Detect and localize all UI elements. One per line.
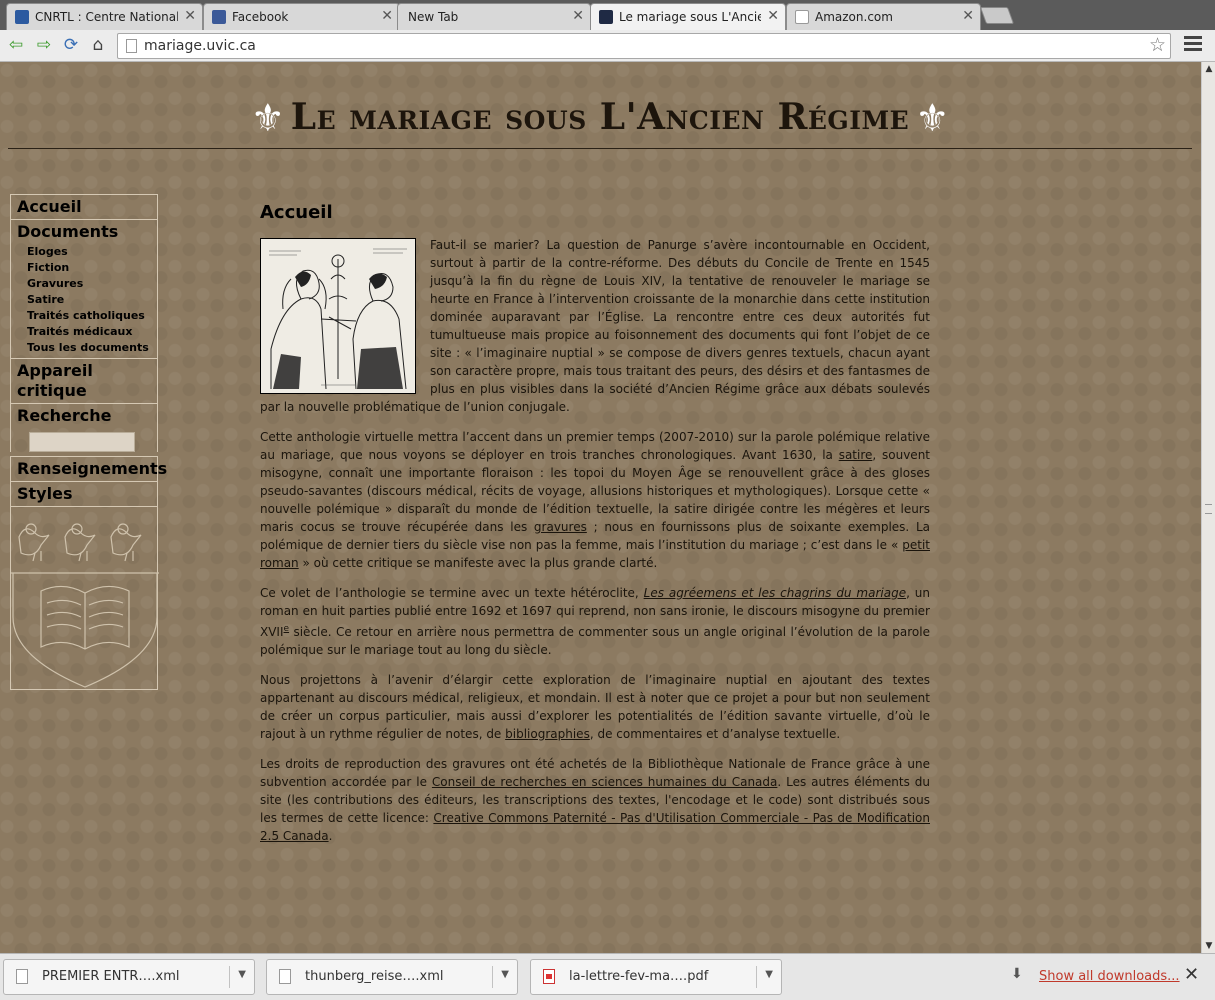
sidebar-subitem-eloges[interactable]: Eloges <box>11 244 157 260</box>
university-crest-emblem <box>10 506 159 690</box>
link-bibliographies[interactable]: bibliographies <box>505 727 590 741</box>
sidebar-nav: Accueil Documents Eloges Fiction Gravure… <box>10 194 167 690</box>
download-item[interactable]: la-lettre-fev-ma….pdf ▼ <box>530 959 782 995</box>
paragraph-anthology: Cette anthologie virtuelle mettra l’acce… <box>260 428 930 572</box>
sidebar-item-styles[interactable]: Styles <box>10 481 158 506</box>
site-title: Le mariage sous L'Ancien Régime <box>290 96 910 138</box>
tab-title: Facebook <box>232 10 289 24</box>
link-crsh[interactable]: Conseil de recherches en sciences humain… <box>432 775 777 789</box>
back-arrow-icon[interactable]: ⇦ <box>6 35 26 55</box>
tab-title: Le mariage sous L'Ancien R <box>619 10 761 24</box>
sidebar-item-documents[interactable]: Documents <box>11 220 157 244</box>
paragraph-text: Ce volet de l’anthologie se termine avec… <box>260 586 644 600</box>
paragraph-text: » où cette critique se manifeste avec la… <box>298 556 658 570</box>
fleur-de-lis-icon: ⚜ <box>915 96 950 140</box>
link-satire[interactable]: satire <box>839 448 873 462</box>
divider <box>756 966 757 988</box>
new-tab-button[interactable] <box>979 7 1015 24</box>
sidebar-item-recherche: Recherche <box>17 406 112 425</box>
home-icon[interactable]: ⌂ <box>88 35 108 55</box>
paragraph-volet: Ce volet de l’anthologie se termine avec… <box>260 584 930 659</box>
chevron-down-icon[interactable]: ▼ <box>238 969 246 980</box>
link-agreemens[interactable]: Les agréemens et les chagrins du mariage <box>644 586 906 600</box>
download-filename: PREMIER ENTR….xml <box>42 969 180 984</box>
xml-file-icon <box>16 969 28 984</box>
tab-title: CNRTL : Centre National de <box>35 10 178 24</box>
close-tab-icon[interactable]: ✕ <box>184 8 196 24</box>
tab-amazon[interactable]: Amazon.com ✕ <box>786 3 981 30</box>
close-tab-icon[interactable]: ✕ <box>572 8 584 24</box>
tab-title: New Tab <box>408 10 459 24</box>
browser-toolbar: ⇦ ⇨ ⟳ ⌂ mariage.uvic.ca ☆ <box>0 30 1215 62</box>
reload-icon[interactable]: ⟳ <box>61 35 81 55</box>
download-item[interactable]: thunberg_reise….xml ▼ <box>266 959 518 995</box>
paragraph-text: . <box>328 829 333 843</box>
sidebar-subitem-satire[interactable]: Satire <box>11 292 157 308</box>
menu-icon[interactable] <box>1184 36 1202 56</box>
search-input[interactable] <box>29 432 135 452</box>
download-arrow-icon: ⬇ <box>1011 966 1023 982</box>
download-filename: la-lettre-fev-ma….pdf <box>569 969 709 984</box>
tab-cnrtl[interactable]: CNRTL : Centre National de ✕ <box>6 3 203 30</box>
sidebar-item-accueil[interactable]: Accueil <box>10 194 158 219</box>
sidebar-item-renseignements[interactable]: Renseignements <box>10 456 167 481</box>
tab-facebook[interactable]: Facebook ✕ <box>203 3 400 30</box>
vertical-scrollbar[interactable]: ▲ ▼ <box>1201 62 1215 953</box>
link-gravures[interactable]: gravures <box>534 520 587 534</box>
tab-strip: CNRTL : Centre National de ✕ Facebook ✕ … <box>0 0 1215 30</box>
tab-title: Amazon.com <box>815 10 893 24</box>
address-bar[interactable]: mariage.uvic.ca ☆ <box>117 33 1171 59</box>
scroll-grip[interactable] <box>1205 504 1212 514</box>
sidebar-subitem-gravures[interactable]: Gravures <box>11 276 157 292</box>
bookmark-star-icon[interactable]: ☆ <box>1149 34 1166 56</box>
sidebar-documents-group: Documents Eloges Fiction Gravures Satire… <box>10 219 158 358</box>
paragraph-droits: Les droits de reproduction des gravures … <box>260 755 930 845</box>
facebook-icon <box>212 10 226 24</box>
sidebar-subitem-traites-medicaux[interactable]: Traités médicaux <box>11 324 157 340</box>
paragraph-text: , de commentaires et d’analyse textuelle… <box>589 727 841 741</box>
site-icon <box>599 10 613 24</box>
sidebar-search-group: Recherche <box>10 403 158 452</box>
close-icon[interactable]: ✕ <box>1184 964 1199 985</box>
engraving-image <box>260 238 416 394</box>
close-tab-icon[interactable]: ✕ <box>381 8 393 24</box>
paragraph-text: Cette anthologie virtuelle mettra l’acce… <box>260 430 930 462</box>
amazon-icon <box>795 10 809 24</box>
cnrtl-icon <box>15 10 29 24</box>
paragraph-text: siècle. Ce retour en arrière nous permet… <box>260 625 930 657</box>
fleur-de-lis-icon: ⚜ <box>250 96 285 140</box>
xml-file-icon <box>279 969 291 984</box>
site-header: ⚜ Le mariage sous L'Ancien Régime ⚜ <box>8 92 1192 149</box>
main-content: Accueil Faut-il se marier? La question d… <box>260 202 930 857</box>
chevron-down-icon[interactable]: ▼ <box>501 969 509 980</box>
url-text: mariage.uvic.ca <box>144 38 256 54</box>
forward-arrow-icon[interactable]: ⇨ <box>34 35 54 55</box>
page-icon <box>126 39 137 53</box>
divider <box>492 966 493 988</box>
close-tab-icon[interactable]: ✕ <box>962 8 974 24</box>
chevron-down-icon[interactable]: ▼ <box>765 969 773 980</box>
page-viewport: ⚜ Le mariage sous L'Ancien Régime ⚜ Accuei… <box>0 62 1201 953</box>
sidebar-item-appareil-critique[interactable]: Appareil critique <box>10 358 158 403</box>
download-item[interactable]: PREMIER ENTR….xml ▼ <box>3 959 255 995</box>
tab-new-tab[interactable]: New Tab ✕ <box>397 3 591 30</box>
downloads-shelf: PREMIER ENTR….xml ▼ thunberg_reise….xml … <box>0 953 1215 1000</box>
sidebar-subitem-tous-les-documents[interactable]: Tous les documents <box>11 340 157 358</box>
show-all-downloads-link[interactable]: Show all downloads... <box>1039 969 1180 984</box>
paragraph-avenir: Nous projettons à l’avenir d’élargir cet… <box>260 671 930 743</box>
page-heading: Accueil <box>260 202 333 223</box>
divider <box>229 966 230 988</box>
scroll-up-icon[interactable]: ▲ <box>1204 64 1214 74</box>
sidebar-subitem-traites-catholiques[interactable]: Traités catholiques <box>11 308 157 324</box>
download-filename: thunberg_reise….xml <box>305 969 444 984</box>
tab-mariage[interactable]: Le mariage sous L'Ancien R ✕ <box>590 3 786 30</box>
scroll-down-icon[interactable]: ▼ <box>1204 941 1214 951</box>
close-tab-icon[interactable]: ✕ <box>767 8 779 24</box>
pdf-file-icon <box>543 969 555 984</box>
sidebar-subitem-fiction[interactable]: Fiction <box>11 260 157 276</box>
